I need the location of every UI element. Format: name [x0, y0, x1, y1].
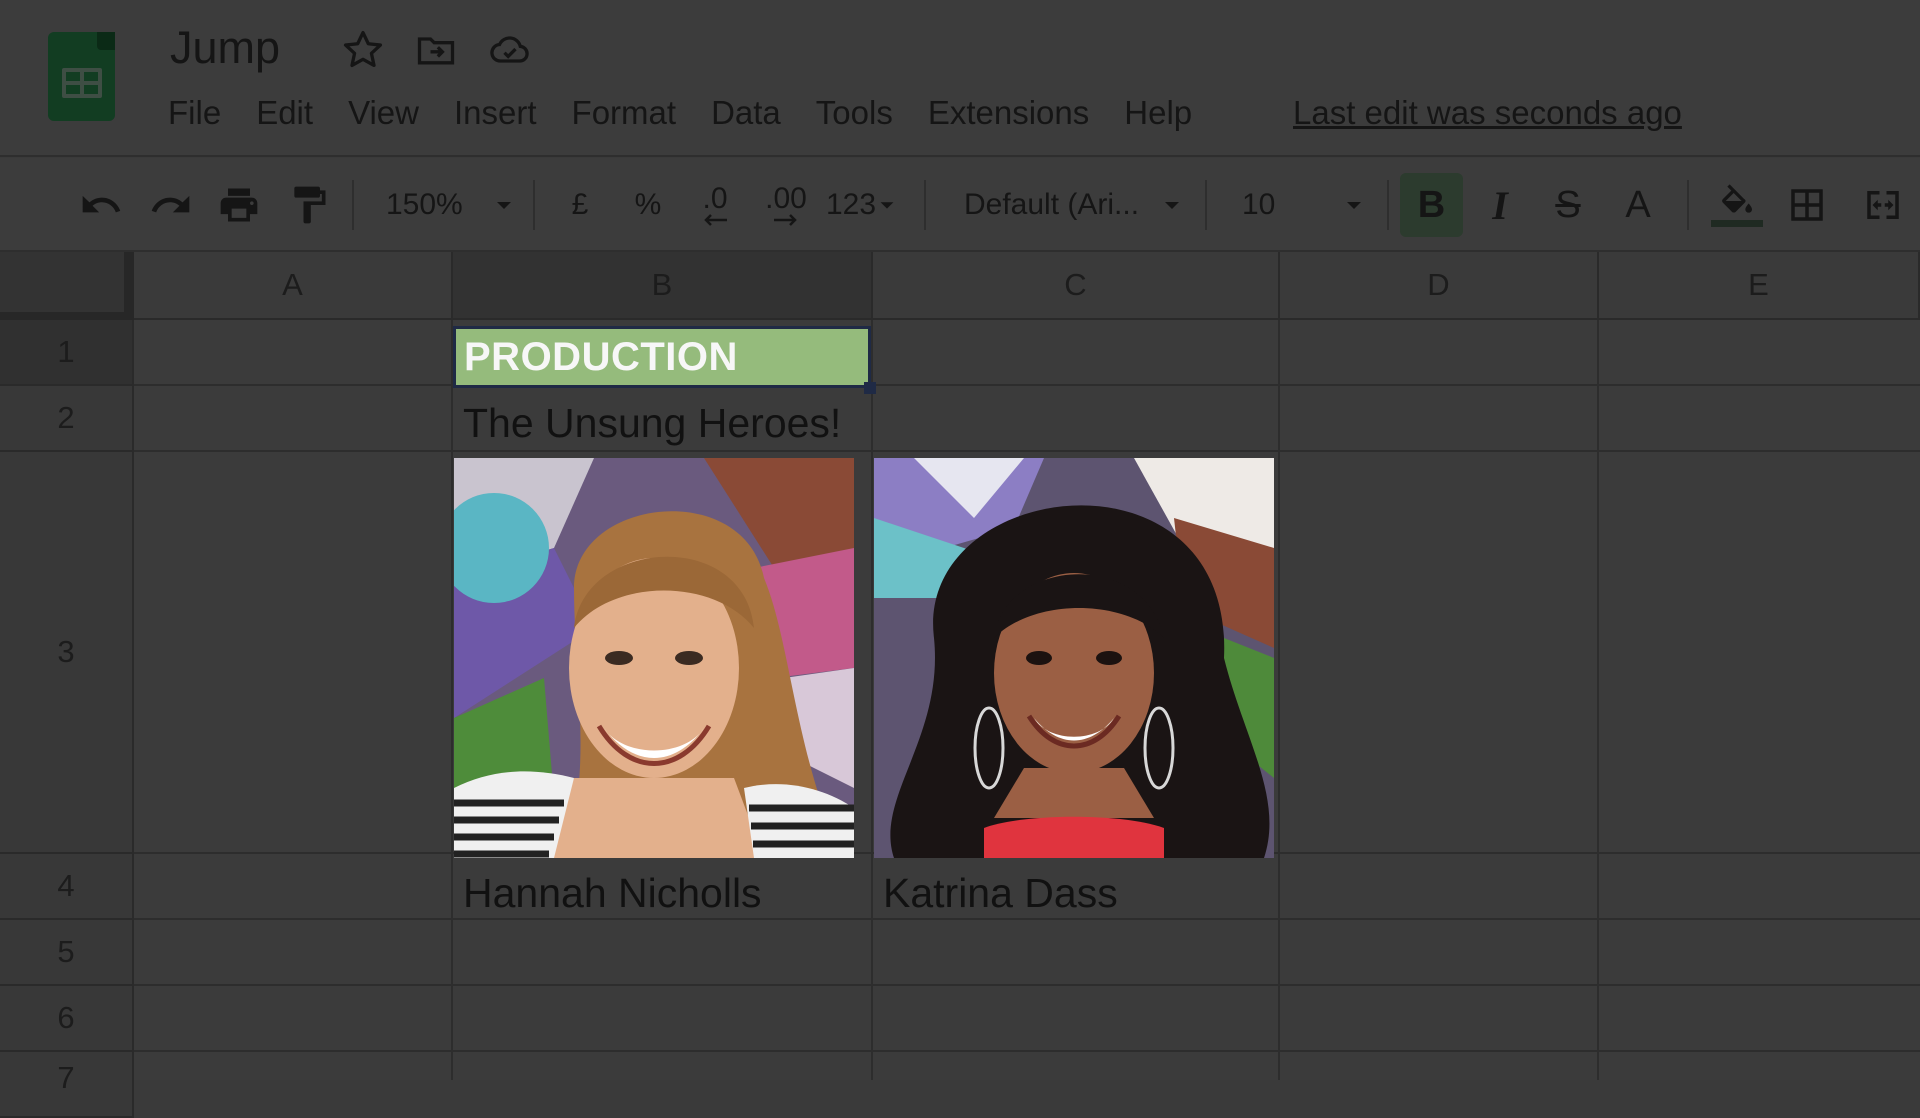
menu-edit[interactable]: Edit	[256, 94, 313, 132]
menu-data[interactable]: Data	[711, 94, 781, 132]
portrait-image-hannah[interactable]	[454, 458, 854, 858]
toolbar-divider	[1687, 180, 1689, 230]
menu-view[interactable]: View	[348, 94, 419, 132]
merge-cells-icon[interactable]	[1858, 180, 1908, 230]
redo-icon[interactable]	[146, 180, 196, 230]
column-header-e[interactable]: E	[1599, 252, 1920, 320]
menu-file[interactable]: File	[168, 94, 221, 132]
increase-decimal-button[interactable]: .00	[758, 180, 814, 230]
font-size-select[interactable]: 10	[1242, 180, 1302, 230]
row-header-4[interactable]: 4	[0, 854, 134, 920]
row-header-2[interactable]: 2	[0, 386, 134, 452]
strikethrough-button[interactable]: S	[1546, 180, 1590, 230]
font-dropdown-icon[interactable]	[1156, 180, 1188, 230]
column-header-a[interactable]: A	[134, 252, 453, 320]
star-icon[interactable]	[341, 28, 385, 72]
column-header-c[interactable]: C	[873, 252, 1280, 320]
sheets-logo-icon[interactable]	[48, 32, 115, 121]
gridline	[871, 320, 873, 1080]
column-header-d[interactable]: D	[1280, 252, 1599, 320]
toolbar-divider	[352, 180, 354, 230]
cell-b4[interactable]: Hannah Nicholls	[463, 870, 762, 917]
spreadsheet-grid: A B C D E 1 2 3 4 5 6 7 PRODUCTION The U…	[0, 252, 1920, 1118]
menu-bar: File Edit View Insert Format Data Tools …	[168, 94, 1227, 132]
gridline	[1278, 320, 1280, 1080]
column-header-b[interactable]: B	[453, 252, 873, 320]
font-size-value: 10	[1242, 188, 1276, 221]
toolbar-divider	[1205, 180, 1207, 230]
bold-button[interactable]: B	[1400, 173, 1463, 237]
toolbar: 150% £ % .0 .00 123 Default (Ari... 10 B…	[0, 158, 1920, 252]
toolbar-divider	[924, 180, 926, 230]
toolbar-divider	[533, 180, 535, 230]
cell-b1[interactable]: PRODUCTION	[453, 326, 871, 388]
menu-insert[interactable]: Insert	[454, 94, 537, 132]
menu-help[interactable]: Help	[1124, 94, 1192, 132]
menu-extensions[interactable]: Extensions	[928, 94, 1089, 132]
print-icon[interactable]	[214, 180, 264, 230]
arrow-right-icon	[774, 214, 797, 226]
percent-format-button[interactable]: %	[628, 180, 668, 230]
italic-button[interactable]: I	[1478, 180, 1522, 230]
gridline	[134, 984, 1920, 986]
row-header-3[interactable]: 3	[0, 452, 134, 854]
last-edit-link[interactable]: Last edit was seconds ago	[1293, 94, 1682, 132]
row-header-7[interactable]: 7	[0, 1052, 134, 1118]
zoom-dropdown-icon[interactable]	[488, 180, 520, 230]
cell-b2[interactable]: The Unsung Heroes!	[463, 400, 841, 447]
toolbar-divider	[1387, 180, 1389, 230]
row-header-5[interactable]: 5	[0, 920, 134, 986]
selection-fill-handle[interactable]	[864, 382, 876, 394]
more-formats-button[interactable]: 123	[826, 180, 906, 230]
fill-color-icon[interactable]	[1710, 180, 1764, 230]
font-size-dropdown-icon[interactable]	[1338, 180, 1370, 230]
borders-icon[interactable]	[1782, 180, 1832, 230]
decrease-decimal-button[interactable]: .0	[690, 180, 740, 230]
cell-c4[interactable]: Katrina Dass	[883, 870, 1118, 917]
row-header-6[interactable]: 6	[0, 986, 134, 1052]
portrait-image-katrina[interactable]	[874, 458, 1274, 858]
cloud-saved-icon[interactable]	[488, 28, 532, 72]
select-all-corner[interactable]	[0, 252, 134, 320]
gridline	[1597, 320, 1599, 1080]
gridline	[134, 1050, 1920, 1052]
gridline	[134, 450, 1920, 452]
menu-tools[interactable]: Tools	[816, 94, 893, 132]
chevron-down-icon	[880, 202, 894, 209]
font-family-value: Default (Ari...	[964, 188, 1140, 221]
gridline	[134, 918, 1920, 920]
arrow-left-icon	[704, 214, 727, 226]
app-header: Jump File Edit View Insert Format Data T…	[0, 0, 1920, 157]
font-family-select[interactable]: Default (Ari...	[964, 180, 1164, 230]
undo-icon[interactable]	[76, 180, 126, 230]
zoom-value: 150%	[386, 188, 463, 221]
menu-format[interactable]: Format	[572, 94, 677, 132]
paint-format-icon[interactable]	[284, 180, 334, 230]
document-title[interactable]: Jump	[170, 22, 280, 74]
gridline	[134, 384, 1920, 386]
currency-format-button[interactable]: £	[560, 180, 600, 230]
gridline	[451, 320, 453, 1080]
move-to-folder-icon[interactable]	[414, 28, 458, 72]
row-header-1[interactable]: 1	[0, 320, 134, 386]
text-color-button[interactable]: A	[1616, 180, 1660, 230]
